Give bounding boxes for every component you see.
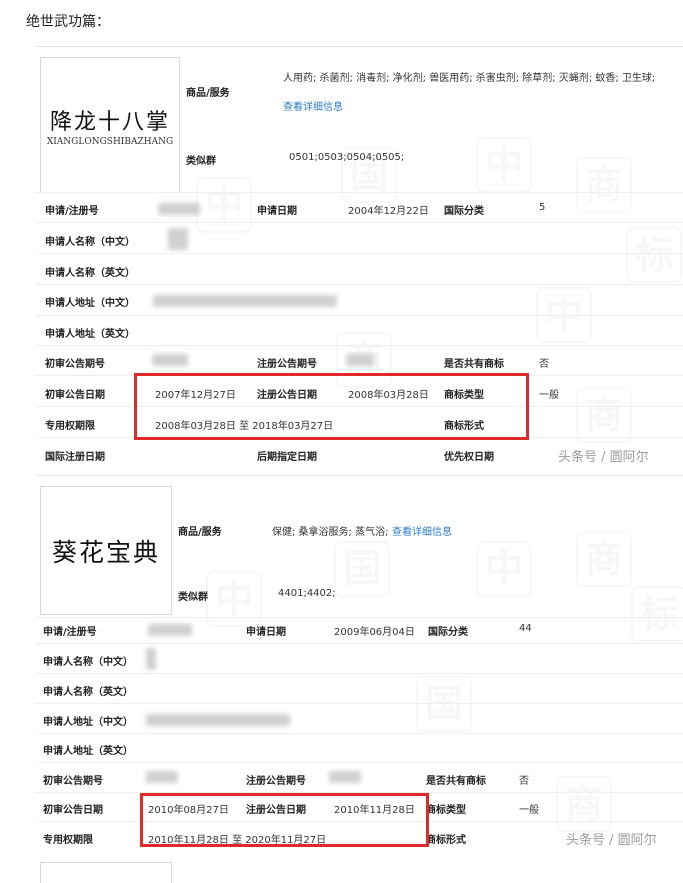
bg-watermark: 国	[416, 676, 472, 732]
trademark-image-text: 葵花宝典	[51, 537, 160, 567]
app-date-value: 2004年12月22日	[348, 206, 429, 217]
page-heading: 绝世武功篇：	[26, 14, 110, 30]
shared-tm-label: 是否共有商标	[444, 359, 504, 370]
redacted-prelim-no	[152, 354, 188, 366]
similar-group-value: 4401;4402;	[278, 588, 336, 599]
bg-watermark: 中	[196, 177, 252, 233]
app-date-label: 申请日期	[257, 206, 297, 217]
priority-date-label: 优先权日期	[444, 452, 494, 463]
redacted-name-cn	[146, 648, 156, 670]
bg-watermark: 商	[576, 387, 632, 443]
redacted-reg-pub-no	[346, 354, 374, 366]
trademark-image: 葵花宝典	[40, 486, 172, 615]
prelim-pub-no-label: 初审公告期号	[43, 776, 103, 787]
tm-type-label: 商标类型	[426, 805, 466, 816]
next-trademark-image-partial	[40, 862, 172, 883]
view-details-link[interactable]: 查看详细信息	[392, 523, 452, 538]
redacted-reg-pub-no	[329, 771, 361, 783]
applicant-address-en-label: 申请人地址（英文）	[45, 329, 135, 340]
redacted-address-cn	[153, 295, 337, 307]
redacted-prelim-no	[146, 771, 178, 783]
intl-class-label: 国际分类	[428, 627, 468, 638]
reg-pub-no-label: 注册公告期号	[246, 776, 306, 787]
app-date-value: 2009年06月04日	[334, 627, 415, 638]
divider	[36, 762, 683, 763]
similar-group-label: 类似群	[178, 592, 208, 603]
trademark-image: 降龙十八掌 XIANGLONGSHIBAZHANG	[40, 57, 180, 193]
goods-value: 人用药; 杀菌剂; 消毒剂; 净化剂; 兽医用药; 杀害虫剂; 除草剂; 灭蝇剂…	[283, 73, 656, 84]
applicant-address-cn-label: 申请人地址（中文）	[45, 298, 135, 309]
exclusive-period-label: 专用权期限	[45, 421, 95, 432]
applicant-name-en-label: 申请人名称（英文）	[45, 268, 135, 279]
divider	[36, 345, 683, 346]
intl-class-value: 5	[539, 202, 546, 213]
source-watermark: 头条号 / 圆阿尔	[558, 450, 649, 465]
prelim-pub-no-label: 初审公告期号	[45, 359, 105, 370]
bg-watermark: 商	[556, 776, 612, 832]
tm-form-label: 商标形式	[426, 835, 466, 846]
tm-type-value: 一般	[539, 390, 559, 401]
goods-label: 商品/服务	[178, 527, 222, 538]
source-watermark: 头条号 / 圆阿尔	[566, 833, 657, 848]
divider	[36, 733, 683, 734]
highlight-box	[140, 793, 429, 847]
reg-no-label: 申请/注册号	[45, 206, 99, 217]
reg-pub-no-label: 注册公告期号	[257, 359, 317, 370]
divider	[36, 222, 683, 223]
later-designation-date-label: 后期指定日期	[257, 452, 317, 463]
divider	[36, 253, 683, 254]
trademark-image-text: 降龙十八掌	[49, 109, 170, 135]
app-date-label: 申请日期	[246, 627, 286, 638]
redacted-name-cn	[168, 228, 188, 250]
shared-tm-value: 否	[519, 776, 529, 787]
prelim-pub-date-label: 初审公告日期	[45, 390, 105, 401]
goods-value: 保健; 桑拿浴服务; 蒸气浴;	[272, 527, 389, 538]
bg-watermark: 商	[576, 531, 632, 587]
shared-tm-label: 是否共有商标	[426, 776, 486, 787]
intl-class-value: 44	[519, 623, 532, 634]
applicant-name-cn-label: 申请人名称（中文）	[45, 237, 135, 248]
goods-label: 商品/服务	[186, 88, 230, 99]
similar-group-value: 0501;0503;0504;0505;	[289, 152, 405, 163]
prelim-pub-date-label: 初审公告日期	[43, 805, 103, 816]
divider	[36, 643, 683, 644]
divider	[36, 617, 683, 618]
view-details-link[interactable]: 查看详细信息	[283, 98, 343, 113]
redacted-reg-no	[148, 624, 192, 636]
similar-group-label: 类似群	[186, 156, 216, 167]
applicant-address-cn-label: 申请人地址（中文）	[43, 717, 133, 728]
divider	[36, 192, 683, 193]
bg-watermark: 标	[631, 586, 683, 642]
bg-watermark: 标	[626, 227, 682, 283]
tm-type-value: 一般	[519, 805, 539, 816]
bg-watermark: 商	[576, 157, 632, 213]
intl-class-label: 国际分类	[444, 206, 484, 217]
applicant-name-en-label: 申请人名称（英文）	[43, 687, 133, 698]
reg-no-label: 申请/注册号	[43, 627, 97, 638]
divider	[36, 315, 683, 316]
bg-watermark: 中	[476, 541, 532, 597]
highlight-box	[134, 373, 529, 440]
redacted-reg-no	[158, 203, 200, 215]
divider	[36, 284, 683, 285]
applicant-name-cn-label: 申请人名称（中文）	[43, 657, 133, 668]
divider	[36, 673, 683, 674]
bg-watermark: 中	[206, 571, 262, 627]
divider	[36, 703, 683, 704]
trademark-image-pinyin: XIANGLONGSHIBAZHANG	[46, 136, 174, 147]
shared-tm-value: 否	[539, 359, 549, 370]
intl-reg-date-label: 国际注册日期	[45, 452, 105, 463]
applicant-address-en-label: 申请人地址（英文）	[43, 746, 133, 757]
bg-watermark: 国	[334, 541, 390, 597]
exclusive-period-label: 专用权期限	[43, 835, 93, 846]
bg-watermark: 中	[476, 137, 532, 193]
redacted-address-cn	[146, 714, 290, 726]
